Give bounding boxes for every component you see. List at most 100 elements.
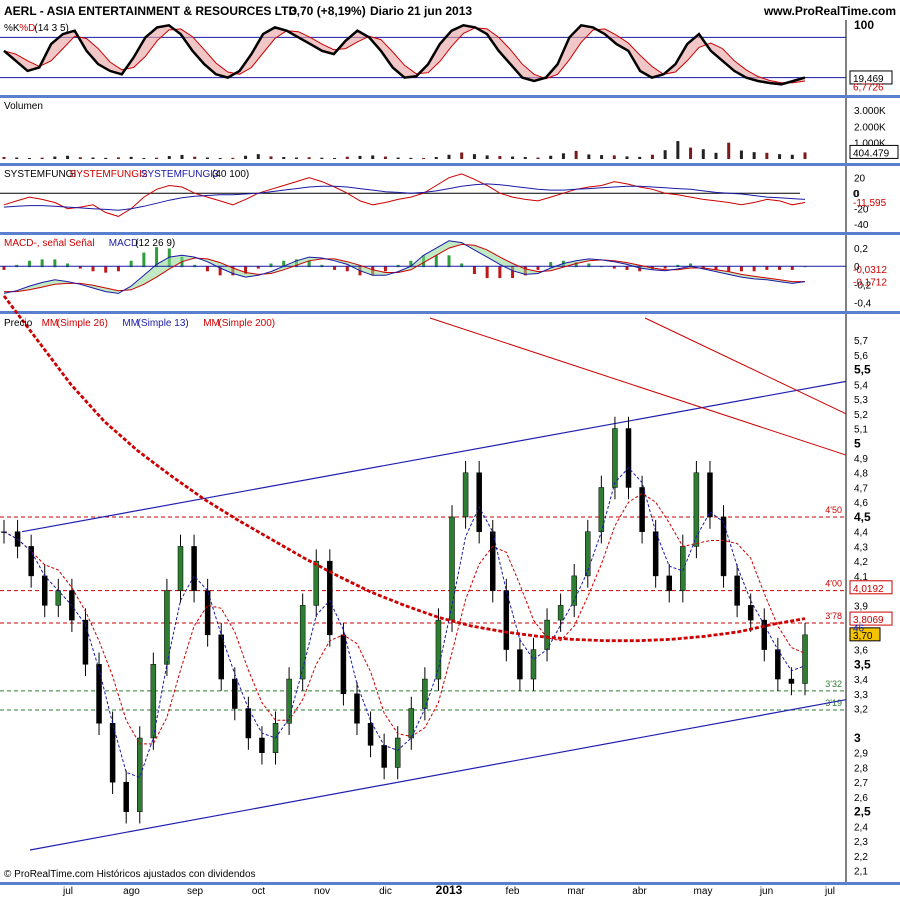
month-tick-sep: sep (187, 886, 204, 897)
month-tick-may: may (694, 886, 713, 897)
volume-bar (371, 155, 375, 159)
month-tick-jun: jun (759, 886, 773, 897)
y-tick-p11: 4,6 (854, 498, 868, 509)
macd-histogram-bar (739, 266, 743, 272)
candle-body (232, 678, 238, 709)
volume-bar (66, 155, 70, 159)
volume-bar (638, 156, 642, 159)
candle-body (82, 619, 89, 665)
volume-bar (612, 155, 616, 159)
site-link[interactable]: www.ProRealTime.com (763, 4, 896, 18)
candle-body (557, 605, 564, 621)
volume-bar (78, 157, 82, 159)
value-label-p3: 46 (853, 623, 865, 634)
legend-item-1: SYSTEMFUNGI2 (70, 169, 148, 180)
y-tick-p14: 4,3 (854, 542, 868, 553)
level-label-2: 3'78 (825, 611, 842, 621)
candle-body (41, 575, 48, 606)
legend-item-0: MACD-, señal Señal (4, 238, 95, 249)
candle-body (802, 634, 808, 684)
volume-bar (205, 157, 209, 159)
volume-bar (536, 157, 540, 159)
candle-body (476, 472, 482, 532)
candle-body (775, 649, 781, 680)
volume-bar (676, 141, 680, 159)
volume-bar (600, 155, 604, 159)
candle-body (462, 472, 469, 518)
legend-item-2: SYSTEMFUNGI3 (141, 169, 219, 180)
candle-body (218, 634, 224, 680)
volume-bar (244, 155, 248, 159)
macd-histogram-bar (778, 266, 782, 270)
volume-bar (307, 157, 311, 159)
y-tick-p8: 4,9 (854, 454, 868, 465)
y-tick-p19: 3,5 (854, 657, 871, 671)
candle-body (585, 531, 591, 577)
y-tick-p24: 2,9 (854, 749, 868, 760)
volume-bar (460, 152, 464, 159)
level-label-3: 3'32 (825, 679, 842, 689)
macd-histogram-bar (472, 266, 476, 274)
volume-bar (803, 152, 807, 159)
month-tick-nov: nov (314, 886, 330, 897)
candle-body (720, 516, 727, 577)
footer-note: © ProRealTime.com Históricos ajustados c… (4, 869, 256, 880)
legend-item-5: MM (203, 318, 220, 329)
candle-body (164, 590, 170, 665)
legend-item-6: (Simple 200) (218, 318, 275, 329)
volume-bar (193, 156, 197, 159)
candle-body (544, 619, 550, 650)
y-tick-v1: 2.000K (854, 122, 886, 133)
macd-histogram-bar (345, 266, 349, 272)
candle-body (123, 781, 129, 812)
candle-body (449, 516, 455, 621)
y-tick-p20: 3,4 (854, 675, 868, 686)
y-tick-p1: 5,6 (854, 351, 868, 362)
volume-bar (167, 156, 171, 159)
volume-bar (587, 154, 591, 159)
candle-body (680, 546, 686, 591)
systemfungi-panel: 200-20-400-11,595SYSTEMFUNGISYSTEMFUNGI2… (0, 166, 900, 235)
stock-chart: AERL - ASIA ENTERTAINMENT & RESOURCES LT… (0, 0, 900, 897)
volume-bar (142, 158, 146, 160)
y-tick-p17: 3,9 (854, 601, 868, 612)
candle-body (693, 472, 700, 547)
y-tick-p30: 2,3 (854, 837, 868, 848)
volume-bar (2, 157, 6, 159)
volume-bar (689, 147, 693, 159)
volume-bar (320, 157, 324, 159)
legend-item-3: MM (122, 318, 139, 329)
value-label-s1: 6,7726 (853, 82, 884, 93)
volume-bar (778, 154, 782, 159)
volume-bar (663, 150, 667, 159)
month-tick-ago: ago (123, 886, 140, 897)
month-tick-jul: jul (824, 886, 835, 897)
candle-body (530, 649, 537, 680)
volume-bar (155, 157, 159, 159)
candle-body (381, 745, 387, 768)
volume-bar (116, 157, 120, 159)
macd-histogram-bar (447, 255, 451, 268)
legend-item-1: %D (19, 23, 35, 34)
volume-bar (269, 156, 273, 159)
volume-bar (409, 157, 413, 159)
macd-histogram-bar (498, 266, 502, 279)
candle-body (137, 737, 143, 812)
value-label-v0: 404.479 (853, 148, 890, 159)
volume-bar (625, 156, 629, 159)
volume-bar (218, 158, 222, 160)
candle-body (517, 649, 523, 680)
candle-body (394, 737, 401, 768)
volume-bar (701, 149, 705, 159)
volume-bar (91, 157, 95, 159)
price-panel: 4'504'003'783'323'195,75,65,55,45,35,25,… (0, 295, 900, 897)
macd-histogram-bar (383, 266, 387, 272)
legend-item-2: (Simple 26) (57, 318, 108, 329)
candle-body (55, 590, 62, 606)
y-tick-p0: 5,7 (854, 336, 868, 347)
y-tick-p21: 3,3 (854, 690, 868, 701)
stochastic-panel: 10019,4696,7726%K %D (14 3 5) (0, 18, 900, 98)
volume-bar (434, 157, 438, 159)
candle-body (503, 590, 510, 650)
candle-body (598, 487, 605, 532)
